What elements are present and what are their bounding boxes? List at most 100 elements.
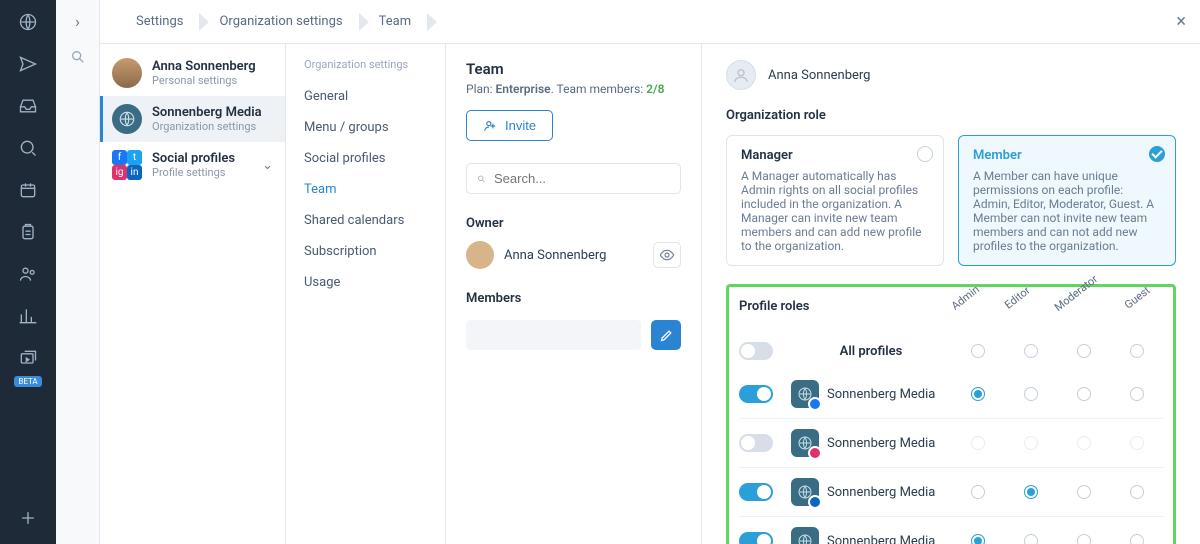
avatar-icon [726, 60, 756, 90]
breadcrumb-item[interactable]: Settings [118, 14, 201, 29]
account-sub: Profile settings [152, 166, 235, 179]
nav-item-general[interactable]: General [286, 81, 445, 112]
org-icon [112, 104, 142, 134]
account-org[interactable]: Sonnenberg MediaOrganization settings [100, 96, 285, 142]
radio-editor [1024, 436, 1038, 450]
radio-moderator[interactable] [1077, 387, 1091, 401]
send-icon[interactable] [16, 52, 40, 76]
org-settings-nav: Organization settings GeneralMenu / grou… [286, 44, 446, 544]
left-rail: BETA [0, 0, 56, 544]
globe-search-icon[interactable] [16, 136, 40, 160]
radio-admin[interactable] [971, 485, 985, 499]
breadcrumb-item[interactable]: Organization settings [201, 14, 360, 29]
radio-guest[interactable] [1130, 534, 1144, 544]
check-icon [917, 146, 933, 162]
people-icon[interactable] [16, 262, 40, 286]
linkedin-badge-icon [808, 495, 822, 509]
radio-moderator[interactable] [1077, 534, 1091, 544]
profile-icon [791, 527, 819, 544]
chevron-down-icon[interactable]: ⌄ [262, 158, 273, 173]
breadcrumb-item[interactable]: Team [361, 14, 430, 29]
user-header: Anna Sonnenberg [726, 60, 1176, 90]
radio-editor[interactable] [1024, 485, 1038, 499]
toggle-twitter[interactable] [739, 532, 773, 544]
breadcrumb: Settings Organization settings Team × [100, 0, 1200, 44]
calendar-icon[interactable] [16, 178, 40, 202]
instagram-badge-icon [808, 446, 822, 460]
profile-roles: Profile roles AdminEditorModeratorGuest … [726, 284, 1176, 544]
member-placeholder [466, 320, 641, 350]
nav-item-team[interactable]: Team [286, 174, 445, 205]
profile-row-twitter: Sonnenberg Media [739, 516, 1163, 544]
social-cluster-icon: ftigin [112, 150, 142, 180]
account-personal[interactable]: Anna SonnenbergPersonal settings [100, 50, 285, 96]
profile-row-facebook: Sonnenberg Media [739, 370, 1163, 418]
chevron-right-icon[interactable]: › [75, 12, 80, 31]
account-name: Social profiles [152, 151, 235, 166]
team-title: Team [466, 60, 681, 78]
nav-header: Organization settings [286, 58, 445, 81]
logo-icon[interactable] [16, 10, 40, 34]
search-field[interactable] [494, 171, 670, 186]
role-card-manager[interactable]: ManagerA Manager automatically has Admin… [726, 135, 944, 266]
radio-admin[interactable] [971, 387, 985, 401]
radio-guest [1130, 436, 1144, 450]
invite-button[interactable]: Invite [466, 110, 553, 141]
all-profiles-row: All profiles [739, 332, 1163, 370]
nav-item-social-profiles[interactable]: Social profiles [286, 143, 445, 174]
radio-guest[interactable] [1130, 485, 1144, 499]
account-sub: Personal settings [152, 74, 256, 87]
radio-moderator[interactable] [1077, 485, 1091, 499]
check-icon [1149, 146, 1165, 162]
account-social[interactable]: ftigin Social profilesProfile settings ⌄ [100, 142, 285, 188]
analytics-icon[interactable] [16, 304, 40, 328]
radio-admin[interactable] [971, 534, 985, 544]
profile-label: Sonnenberg Media [791, 478, 951, 506]
profile-label: Sonnenberg Media [791, 429, 951, 457]
library-icon[interactable] [16, 346, 40, 370]
toggle-linkedin[interactable] [739, 483, 773, 501]
clipboard-icon[interactable] [16, 220, 40, 244]
radio-admin [971, 436, 985, 450]
all-profiles-label: All profiles [791, 344, 951, 359]
profile-icon [791, 429, 819, 457]
view-icon[interactable] [653, 242, 681, 268]
org-role-title: Organization role [726, 108, 1176, 123]
search-input[interactable] [466, 163, 681, 194]
member-detail: Anna Sonnenberg Organization role Manage… [702, 44, 1200, 544]
inbox-icon[interactable] [16, 94, 40, 118]
account-sub: Organization settings [152, 120, 262, 133]
nav-item-menu-groups[interactable]: Menu / groups [286, 112, 445, 143]
nav-item-shared-calendars[interactable]: Shared calendars [286, 205, 445, 236]
owner-name: Anna Sonnenberg [504, 248, 606, 263]
member-row [466, 320, 681, 350]
owner-heading: Owner [466, 216, 681, 231]
close-icon[interactable]: × [1176, 11, 1186, 32]
radio[interactable] [1130, 344, 1144, 358]
nav-item-usage[interactable]: Usage [286, 267, 445, 298]
radio[interactable] [971, 344, 985, 358]
radio-moderator [1077, 436, 1091, 450]
profile-label: Sonnenberg Media [791, 380, 951, 408]
radio-guest[interactable] [1130, 387, 1144, 401]
toggle-all[interactable] [739, 342, 773, 360]
radio[interactable] [1077, 344, 1091, 358]
profile-label: Sonnenberg Media [791, 527, 951, 544]
facebook-badge-icon [808, 397, 822, 411]
toggle-facebook[interactable] [739, 385, 773, 403]
radio[interactable] [1024, 344, 1038, 358]
radio-editor[interactable] [1024, 387, 1038, 401]
profile-row-linkedin: Sonnenberg Media [739, 467, 1163, 516]
radio-editor[interactable] [1024, 534, 1038, 544]
beta-badge: BETA [14, 376, 41, 387]
search-icon[interactable] [70, 49, 86, 69]
avatar [466, 241, 494, 269]
user-name: Anna Sonnenberg [768, 68, 870, 83]
role-card-member[interactable]: MemberA Member can have unique permissio… [958, 135, 1176, 266]
toggle-instagram[interactable] [739, 434, 773, 452]
edit-button[interactable] [651, 320, 681, 350]
role-col-moderator: Moderator [1052, 272, 1100, 314]
owner-row: Anna Sonnenberg [466, 241, 681, 269]
add-icon[interactable] [16, 506, 40, 530]
nav-item-subscription[interactable]: Subscription [286, 236, 445, 267]
